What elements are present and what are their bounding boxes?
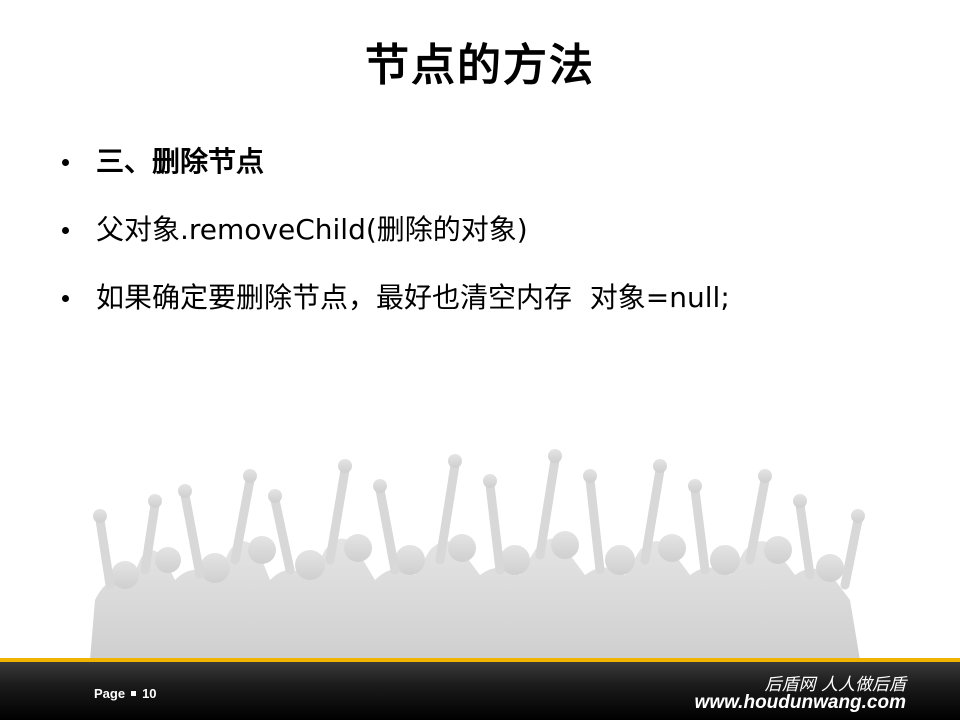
page-number: 10 — [142, 686, 157, 701]
crowd-silhouette-image — [90, 449, 865, 660]
bullet-list: 三、删除节点 父对象.removeChild(删除的对象) 如果确定要删除节点，… — [60, 140, 920, 344]
bullet-dot-icon — [62, 227, 69, 234]
page-indicator: Page 10 — [94, 686, 157, 701]
bullet-text: 父对象.removeChild(删除的对象) — [96, 213, 528, 246]
bullet-text: 如果确定要删除节点，最好也清空内存 对象=null; — [96, 281, 730, 314]
footer-bar: Page 10 后盾网 人人做后盾 www.houdunwang.com — [0, 658, 960, 720]
slide-title: 节点的方法 — [365, 40, 595, 91]
bullet-item: 如果确定要删除节点，最好也清空内存 对象=null; — [60, 276, 920, 344]
bullet-dot-icon — [62, 159, 69, 166]
slide: 节点的方法 三、删除节点 父对象.removeChild(删除的对象) 如果确定… — [0, 0, 960, 720]
bullet-item: 父对象.removeChild(删除的对象) — [60, 208, 920, 276]
brand-url: www.houdunwang.com — [694, 692, 906, 713]
bullet-item: 三、删除节点 — [60, 140, 920, 208]
bullet-text: 三、删除节点 — [96, 145, 265, 178]
square-separator-icon — [131, 691, 137, 697]
bullet-dot-icon — [62, 295, 69, 302]
page-label: Page — [94, 686, 126, 701]
